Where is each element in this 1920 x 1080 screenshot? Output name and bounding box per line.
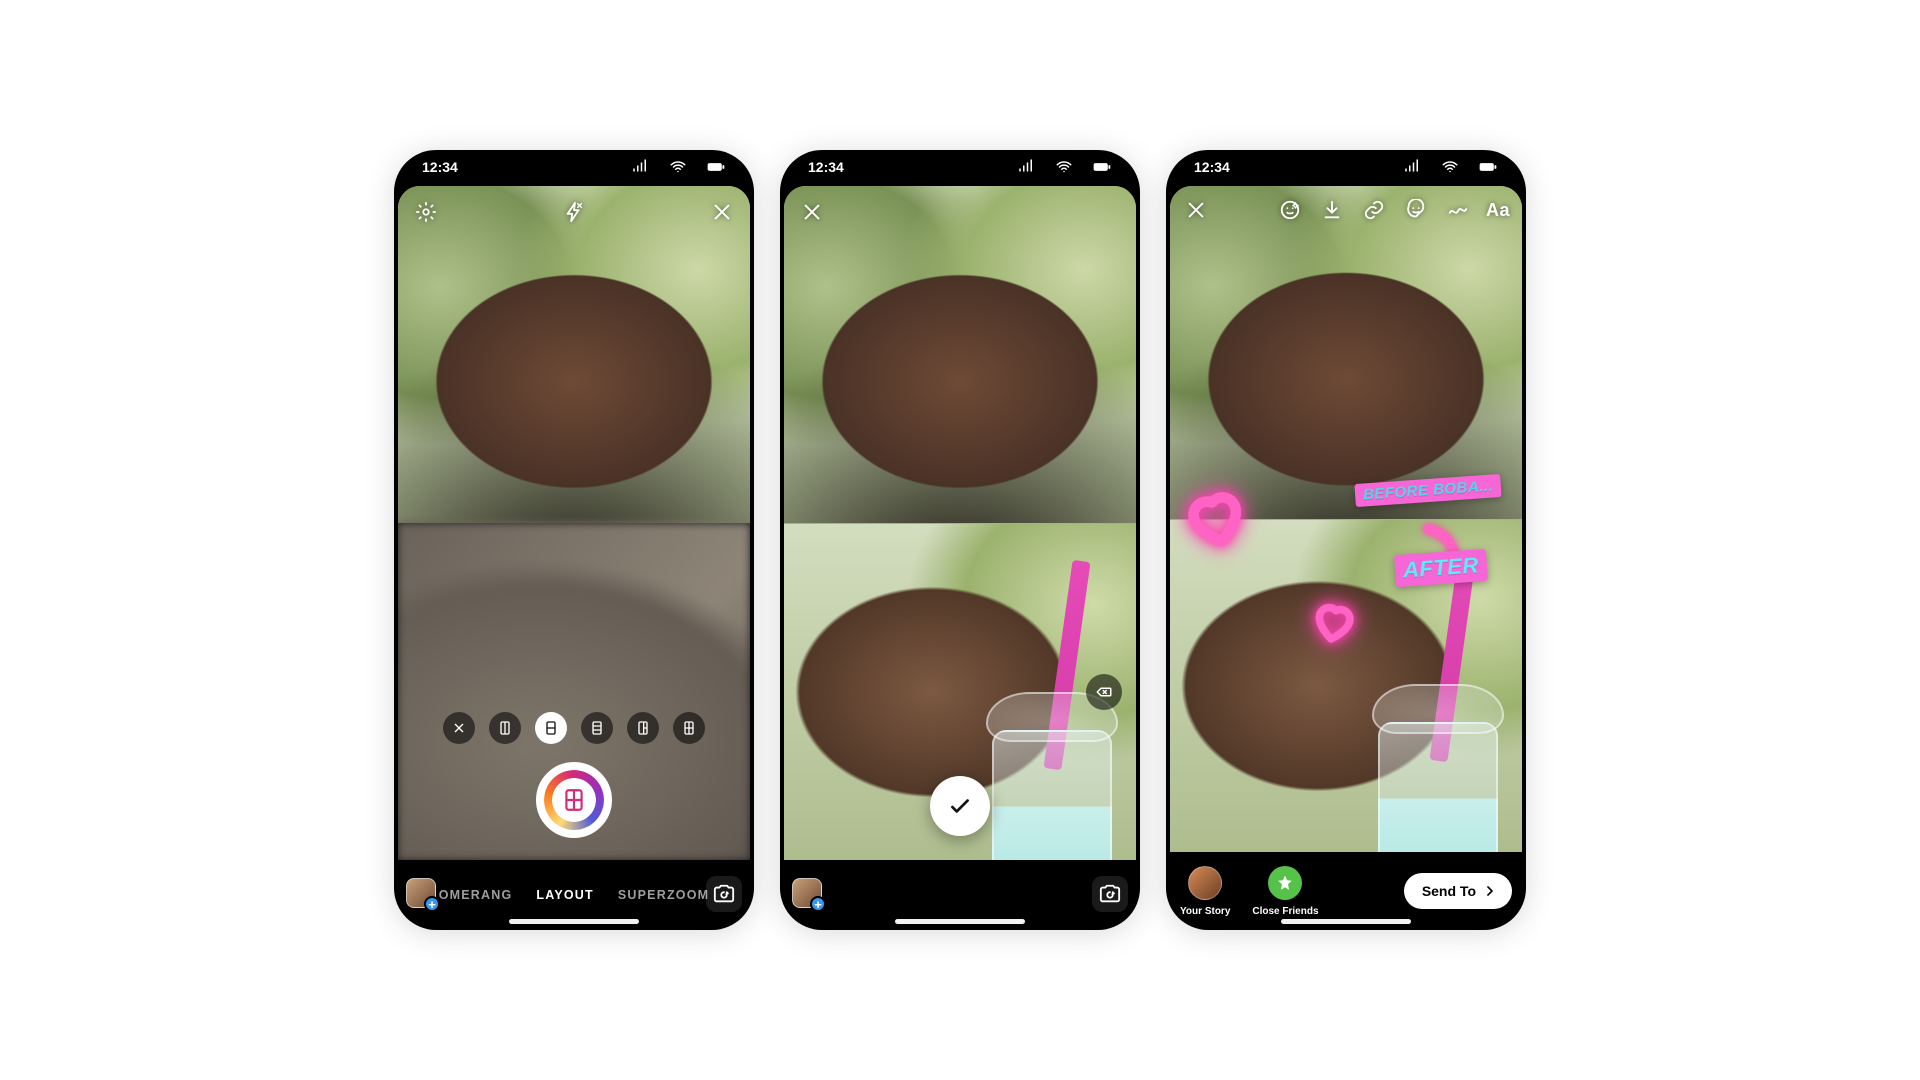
face-filter-icon[interactable]: [1276, 196, 1304, 224]
layout-option-2vert[interactable]: [489, 712, 521, 744]
layout-cell-top[interactable]: [784, 186, 1136, 523]
camera-top-actions: [410, 196, 738, 228]
layout-option-3horiz[interactable]: [581, 712, 613, 744]
home-indicator[interactable]: [895, 919, 1025, 924]
download-icon[interactable]: [1318, 196, 1346, 224]
screenshot-triptych: 12:34: [374, 130, 1546, 950]
wifi-icon: [662, 151, 694, 183]
story-editor-viewport[interactable]: BEFORE BOBA... AFTER: [1170, 186, 1522, 852]
flash-off-icon[interactable]: [558, 196, 590, 228]
story-editor-toolbar: Aa: [1182, 196, 1510, 224]
heart-sticker[interactable]: [1307, 595, 1360, 648]
layout-option-2horiz-active[interactable]: [535, 712, 567, 744]
avatar-icon: [1188, 866, 1222, 900]
mode-prev[interactable]: OMERANG: [439, 888, 513, 902]
status-time: 12:34: [422, 159, 458, 175]
shutter-button[interactable]: [536, 762, 612, 838]
status-bar: 12:34: [1166, 150, 1526, 184]
status-indicators: [624, 151, 732, 183]
layout-preview-viewport: [784, 186, 1136, 860]
mode-active[interactable]: LAYOUT: [536, 888, 593, 902]
wifi-icon: [1048, 151, 1080, 183]
close-icon[interactable]: [706, 196, 738, 228]
battery-icon: [1472, 151, 1504, 183]
preview-top-actions: [796, 196, 1124, 228]
gallery-thumbnail[interactable]: +: [406, 878, 436, 908]
status-bar: 12:34: [780, 150, 1140, 184]
layout-options-strip: [398, 712, 750, 744]
draw-squiggle-icon[interactable]: [1444, 196, 1472, 224]
layout-option-1-2[interactable]: [627, 712, 659, 744]
layout-option-4grid[interactable]: [673, 712, 705, 744]
link-icon[interactable]: [1360, 196, 1388, 224]
cellular-icon: [624, 151, 656, 183]
close-icon[interactable]: [1182, 196, 1210, 224]
confirm-layout-button[interactable]: [930, 776, 990, 836]
plus-badge-icon: +: [810, 896, 826, 912]
battery-icon: [1086, 151, 1118, 183]
device-screen-2: 12:34: [780, 150, 1140, 930]
sticker-icon[interactable]: [1402, 196, 1430, 224]
delete-last-photo-button[interactable]: [1086, 674, 1122, 710]
device-screen-3: 12:34: [1166, 150, 1526, 930]
gear-icon[interactable]: [410, 196, 442, 228]
send-to-button[interactable]: Send To: [1404, 873, 1512, 909]
send-to-label: Send To: [1422, 883, 1476, 899]
camera-mode-carousel[interactable]: OMERANG LAYOUT SUPERZOOM: [439, 888, 710, 902]
share-close-friends[interactable]: Close Friends: [1252, 866, 1318, 917]
text-tool-icon[interactable]: Aa: [1486, 200, 1510, 221]
chevron-right-icon: [1482, 883, 1498, 899]
status-indicators: [1396, 151, 1504, 183]
camera-viewport: [398, 186, 750, 860]
gallery-thumbnail[interactable]: +: [792, 878, 822, 908]
cellular-icon: [1010, 151, 1042, 183]
mode-next[interactable]: SUPERZOOM: [618, 888, 709, 902]
layout-cell-top: [398, 186, 750, 523]
story-cell-top[interactable]: [1170, 186, 1522, 519]
close-icon[interactable]: [796, 196, 828, 228]
share-close-friends-label: Close Friends: [1252, 906, 1318, 917]
boba-cup-graphic: [1368, 652, 1508, 852]
status-bar: 12:34: [394, 150, 754, 184]
text-sticker-after[interactable]: AFTER: [1394, 549, 1488, 587]
flip-camera-button[interactable]: [1092, 876, 1128, 912]
share-your-story[interactable]: Your Story: [1180, 866, 1230, 917]
status-time: 12:34: [808, 159, 844, 175]
flip-camera-button[interactable]: [706, 876, 742, 912]
home-indicator[interactable]: [1281, 919, 1411, 924]
layout-icon: [540, 766, 608, 834]
home-indicator[interactable]: [509, 919, 639, 924]
wifi-icon: [1434, 151, 1466, 183]
battery-icon: [700, 151, 732, 183]
close-friends-star-icon: [1268, 866, 1302, 900]
device-screen-1: 12:34: [394, 150, 754, 930]
layout-options-close[interactable]: [443, 712, 475, 744]
plus-badge-icon: +: [424, 896, 440, 912]
status-indicators: [1010, 151, 1118, 183]
share-your-story-label: Your Story: [1180, 906, 1230, 917]
cellular-icon: [1396, 151, 1428, 183]
status-time: 12:34: [1194, 159, 1230, 175]
